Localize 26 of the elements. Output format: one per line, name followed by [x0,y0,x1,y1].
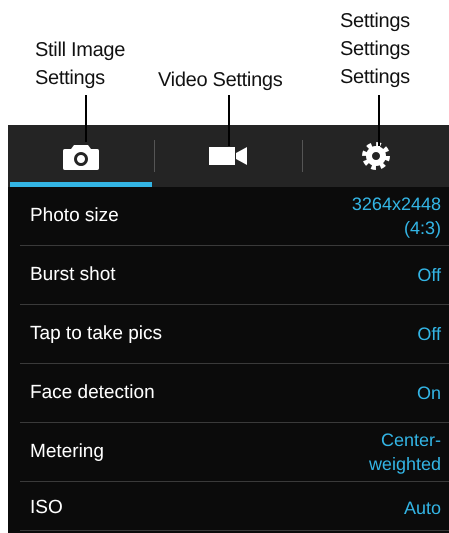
setting-value: On [416,382,441,405]
setting-value: Off [417,323,441,346]
leader-line [228,95,230,146]
video-camera-icon [208,145,248,167]
setting-value: Off [417,264,441,287]
settings-row[interactable]: Metering Center- weighted [20,423,449,482]
setting-value: Center- weighted [368,429,441,476]
setting-label: Photo size [30,205,119,227]
callout-label: Still Image Settings [35,38,126,91]
settings-row[interactable]: ISO Auto [20,482,449,531]
callout-label: Settings Settings Settings [340,9,410,90]
settings-row[interactable]: Burst shot Off [20,246,449,305]
leader-line [85,95,87,142]
gear-icon [360,140,392,172]
setting-value: Auto [404,497,441,520]
setting-label: Metering [30,441,104,463]
settings-row[interactable]: Tap to take pics Off [20,305,449,364]
setting-label: ISO [30,497,63,519]
settings-row[interactable]: Face detection On [20,364,449,423]
setting-label: Tap to take pics [30,323,162,345]
setting-label: Face detection [30,382,155,404]
settings-row[interactable]: Photo size 3264x2448 (4:3) [20,187,449,246]
setting-label: Burst shot [30,264,116,286]
callout-label: Video Settings [158,68,282,93]
setting-value: 3264x2448 (4:3) [352,193,441,240]
leader-line [378,95,380,146]
